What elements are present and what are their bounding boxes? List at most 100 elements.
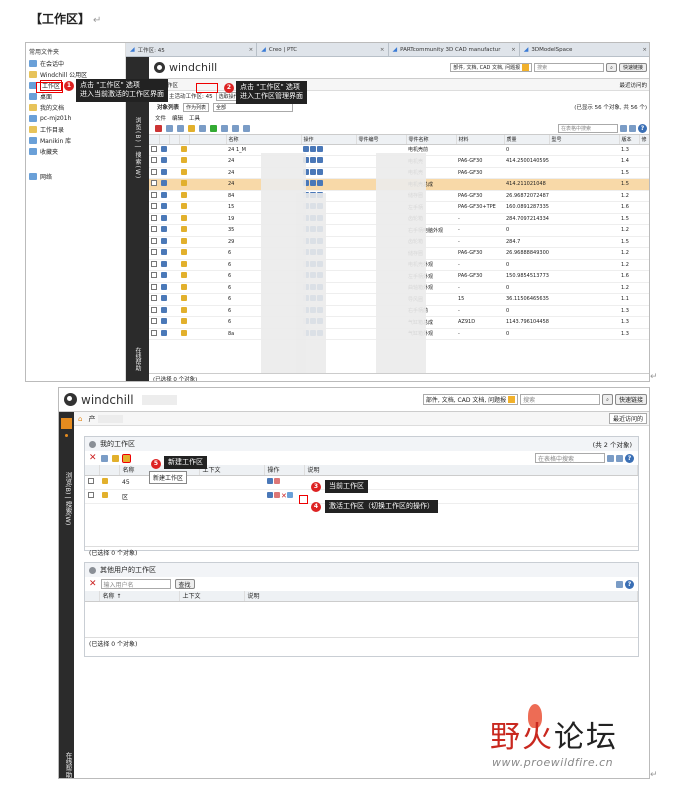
checkbox[interactable]: [151, 157, 157, 164]
find-button[interactable]: 查找: [174, 579, 195, 589]
browser-tab[interactable]: ◢ 工作区: 45 ×: [126, 43, 258, 56]
info-icon[interactable]: [267, 492, 273, 498]
checkbox[interactable]: [151, 226, 157, 233]
sidebar-browse-search[interactable]: 浏览(B) | 搜索(W): [133, 117, 142, 179]
list-view-select[interactable]: 作为列表: [183, 102, 210, 112]
help-icon[interactable]: ?: [625, 453, 634, 463]
column-header[interactable]: 型号: [549, 135, 620, 145]
view-settings-icon[interactable]: [629, 125, 636, 132]
collapse-icon[interactable]: [89, 566, 96, 574]
column-header[interactable]: 版本: [619, 135, 640, 145]
other-workspaces-header[interactable]: 其他用户的工作区: [85, 563, 638, 577]
browser-tab[interactable]: ◢ Creo | PTC ×: [257, 43, 389, 56]
checkbox[interactable]: [151, 237, 157, 244]
edit-icon[interactable]: [274, 492, 280, 498]
help-icon[interactable]: ?: [638, 124, 647, 133]
workspace-name-cell[interactable]: 区: [119, 489, 199, 504]
table-search-icon[interactable]: [607, 454, 614, 462]
view-settings-icon[interactable]: [616, 580, 623, 588]
checkin-icon[interactable]: [177, 125, 184, 132]
row-select[interactable]: [149, 144, 159, 156]
column-header[interactable]: 说明: [304, 465, 638, 476]
menu-item[interactable]: 工具: [189, 114, 200, 122]
search-type-select[interactable]: 部件, 文档, CAD 文档, 问题报: [450, 63, 533, 72]
view-icon[interactable]: [310, 157, 316, 164]
checkbox[interactable]: [88, 492, 94, 498]
checkbox[interactable]: [151, 272, 157, 279]
column-header[interactable]: 上下文: [179, 591, 245, 602]
view-icon[interactable]: [310, 180, 316, 187]
column-header[interactable]: 材料: [456, 135, 505, 145]
delete-icon[interactable]: ✕: [89, 453, 97, 463]
column-header[interactable]: 说明: [244, 591, 638, 602]
checkbox[interactable]: [151, 260, 157, 267]
edit-icon[interactable]: [317, 145, 323, 152]
tree-item[interactable]: 在会话中: [26, 58, 125, 69]
tree-item[interactable]: 工作目录: [26, 124, 125, 135]
row-select[interactable]: [149, 316, 159, 329]
collapse-icon[interactable]: [89, 440, 96, 448]
row-select[interactable]: [149, 236, 159, 248]
column-header[interactable]: 操作: [264, 465, 305, 476]
column-header[interactable]: [169, 135, 180, 145]
delete-icon[interactable]: ✕: [281, 492, 287, 500]
column-header[interactable]: [189, 135, 227, 145]
column-header[interactable]: [85, 465, 100, 476]
column-header[interactable]: 名称 ↑: [99, 591, 180, 602]
column-header[interactable]: [99, 465, 120, 476]
row-select[interactable]: [149, 190, 159, 202]
sidebar-help[interactable]: 在线帮助: [133, 347, 142, 371]
tree-item[interactable]: 收藏夹: [26, 146, 125, 157]
row-select[interactable]: [149, 167, 159, 179]
edit-icon[interactable]: [317, 168, 323, 175]
upload-icon[interactable]: [221, 125, 228, 132]
row-select[interactable]: [149, 328, 159, 340]
column-header[interactable]: [179, 135, 190, 145]
tab-close-icon[interactable]: ×: [511, 47, 516, 53]
checkbox[interactable]: [151, 214, 157, 221]
row-select[interactable]: [149, 224, 159, 237]
recent-menu[interactable]: 最近访问的: [608, 413, 647, 424]
tree-item[interactable]: Manikin 库: [26, 135, 125, 146]
checkbox[interactable]: [151, 306, 157, 313]
tree-item[interactable]: 网络: [26, 171, 125, 182]
update-icon[interactable]: [199, 125, 206, 132]
browser-tab[interactable]: ◢ 3DModelSpace ×: [520, 43, 649, 56]
column-header[interactable]: 上下文: [199, 465, 265, 476]
row-select[interactable]: [149, 259, 159, 271]
checkbox[interactable]: [151, 249, 157, 256]
tab-close-icon[interactable]: ×: [642, 47, 647, 53]
refresh-icon[interactable]: [243, 125, 250, 132]
table-search-input[interactable]: 在表格中搜索: [535, 453, 605, 463]
menu-item[interactable]: 文件: [155, 114, 166, 122]
activate-workspace-icon[interactable]: [286, 492, 293, 498]
quick-link-button[interactable]: 快速链接: [614, 394, 647, 405]
view-icon[interactable]: [310, 145, 316, 152]
download-icon[interactable]: [232, 125, 239, 132]
row-select[interactable]: [149, 270, 159, 283]
checkout-icon[interactable]: [166, 125, 173, 132]
search-input[interactable]: 搜索: [534, 63, 605, 72]
username-input[interactable]: 输入用户名: [100, 579, 171, 589]
tab-close-icon[interactable]: ×: [249, 47, 254, 53]
column-header[interactable]: [149, 135, 160, 145]
edit-icon[interactable]: [274, 478, 280, 484]
remove-icon[interactable]: [155, 125, 162, 132]
checkbox[interactable]: [151, 145, 157, 152]
view-settings-icon[interactable]: [616, 454, 623, 462]
table-search-icon[interactable]: [620, 125, 627, 132]
sidebar-help[interactable]: 在线帮助: [63, 752, 73, 778]
tree-item[interactable]: 我的文档: [26, 102, 125, 113]
column-header[interactable]: [159, 135, 170, 145]
column-header[interactable]: 质量: [504, 135, 550, 145]
sidebar-browse-search[interactable]: 浏览(B) | 搜索(W): [63, 472, 73, 525]
workspace-name[interactable]: 区: [122, 494, 128, 501]
help-icon[interactable]: ?: [625, 579, 634, 589]
column-header[interactable]: 名称: [226, 135, 302, 145]
menu-item[interactable]: 编辑: [172, 114, 183, 122]
new-workspace-icon[interactable]: [121, 453, 131, 463]
checkbox[interactable]: [151, 180, 157, 187]
checkbox[interactable]: [88, 478, 94, 484]
view-icon[interactable]: [310, 168, 316, 175]
my-workspaces-header[interactable]: 我的工作区 (共 2 个对象): [85, 437, 638, 451]
